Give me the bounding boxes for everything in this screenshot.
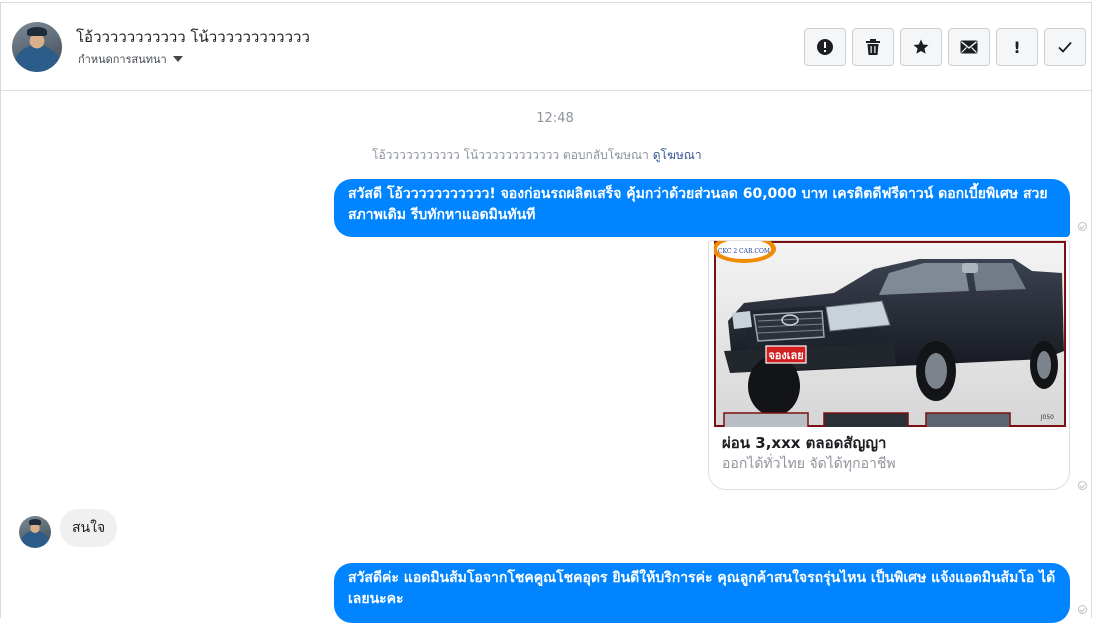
alert-circle-icon (817, 39, 833, 55)
pickup-truck-image: CKC 2 CAR.COM จองเลย J050 (714, 241, 1066, 427)
caret-down-icon (172, 56, 183, 62)
seen-check-icon (1078, 481, 1087, 490)
star-button[interactable] (900, 28, 942, 66)
done-button[interactable] (1044, 28, 1086, 66)
view-ad-link[interactable]: ดูโฆษณา (653, 148, 702, 162)
car-image: CKC 2 CAR.COM จองเลย J050 (714, 241, 1066, 427)
message-bubble-outgoing[interactable]: สวัสดีค่ะ แอดมินส้มโอจากโชคคูณโชคอุดร ยิ… (334, 563, 1070, 623)
envelope-icon (960, 40, 978, 54)
delete-button[interactable] (852, 28, 894, 66)
message-bubble-incoming[interactable]: สนใจ (60, 509, 118, 547)
book-now-badge-text: จองเลย (768, 349, 803, 362)
exclamation-icon: ! (1013, 37, 1021, 57)
ad-reply-text: โอ้ววววววววววว โน้วววววววววววว ตอบกลับโฆ… (372, 148, 649, 162)
message-bubble-outgoing[interactable]: สวัสดี โอ้ววววววววววว! จองก่อนรถผลิตเสร็… (334, 179, 1070, 237)
important-button[interactable]: ! (996, 28, 1038, 66)
thread-timestamp: 12:48 (536, 111, 574, 126)
dealer-logo-text: CKC 2 CAR.COM (718, 248, 770, 255)
plate-code-text: J050 (1040, 414, 1054, 421)
seen-check-icon (1078, 222, 1087, 231)
trash-icon (866, 39, 880, 55)
seen-check-icon (1078, 605, 1087, 614)
card-title: ผ่อน 3,xxx ตลอดสัญญา (722, 434, 887, 452)
contact-name[interactable]: โอ้ววววววววววว โน้วววววววววววว (76, 25, 310, 49)
conversation-header: โอ้ววววววววววว โน้วววววววววววว กำหนดการส… (1, 3, 1091, 91)
conversation-toolbar: ! (804, 28, 1086, 66)
contact-avatar-small[interactable] (19, 516, 51, 548)
star-icon (913, 39, 929, 54)
assign-conversation-label: กำหนดการสนทนา (78, 53, 167, 66)
card-subtitle: ออกได้ทั่วไทย จัดได้ทุกอาชีพ (722, 456, 896, 472)
contact-avatar[interactable] (12, 22, 62, 72)
spam-button[interactable] (804, 28, 846, 66)
check-icon (1058, 41, 1072, 53)
mark-unread-button[interactable] (948, 28, 990, 66)
ad-card-message[interactable]: CKC 2 CAR.COM จองเลย J050 ผ่อน 3,xxx ตลอ… (708, 240, 1070, 490)
ad-reply-notice: โอ้ววววววววววว โน้วววววววววววว ตอบกลับโฆ… (372, 146, 702, 165)
assign-conversation-dropdown[interactable]: กำหนดการสนทนา (78, 50, 183, 68)
